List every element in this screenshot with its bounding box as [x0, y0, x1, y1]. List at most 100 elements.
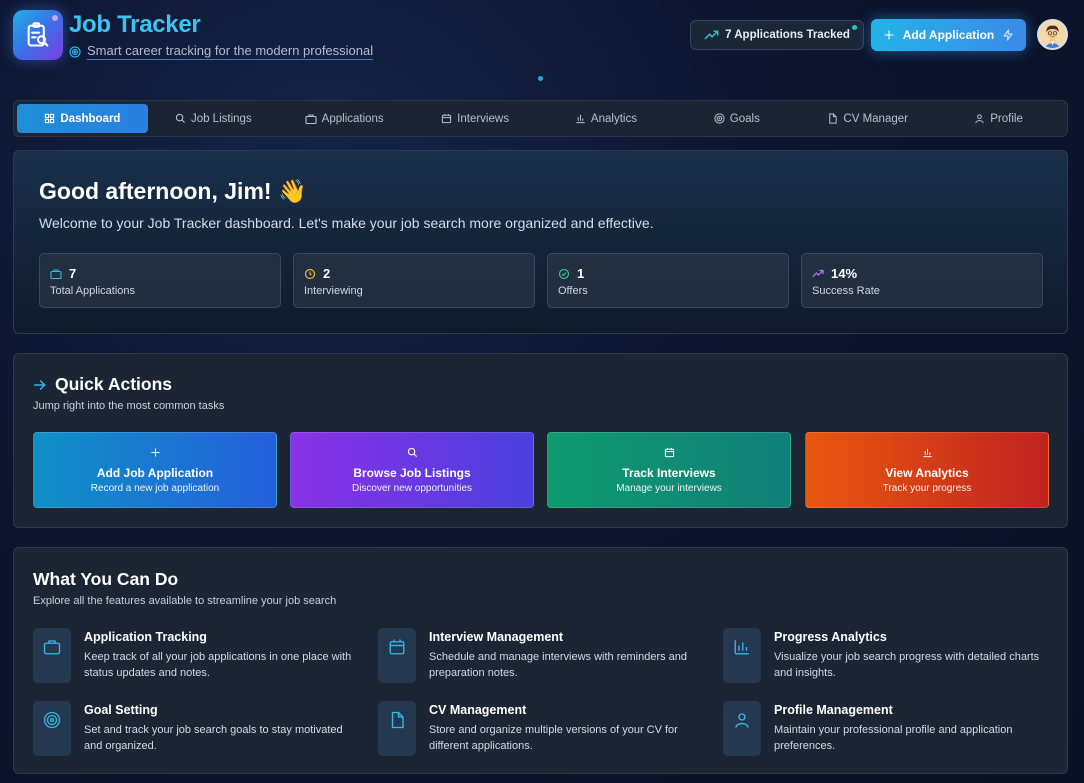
status-dot	[852, 25, 857, 30]
feature-title: Application Tracking	[84, 630, 207, 644]
tab-goals[interactable]: Goals	[671, 104, 802, 133]
main-nav: Dashboard Job Listings Applications Inte…	[13, 100, 1068, 137]
add-job-application-tile[interactable]: Add Job Application Record a new job app…	[33, 432, 277, 508]
app-subtitle: Smart career tracking for the modern pro…	[69, 43, 374, 60]
trending-up-icon	[812, 269, 824, 277]
user-icon	[975, 114, 984, 124]
add-application-label: Add Application	[902, 28, 995, 42]
calendar-icon	[664, 447, 674, 457]
feature-title: Profile Management	[774, 703, 893, 717]
stat-value: 14%	[831, 266, 858, 281]
search-icon	[175, 113, 185, 124]
feature-icon-box	[33, 701, 71, 756]
header-indicator-dot	[538, 76, 543, 81]
tab-cv-manager[interactable]: CV Manager	[802, 104, 933, 133]
tile-title: Add Job Application	[96, 465, 214, 480]
quick-actions-title: Quick Actions	[33, 374, 172, 395]
tab-job-listings[interactable]: Job Listings	[148, 104, 279, 133]
stat-value: 1	[577, 266, 585, 281]
view-analytics-tile[interactable]: View Analytics Track your progress	[805, 432, 1049, 508]
tile-subtitle: Discover new opportunities	[351, 482, 473, 494]
tile-subtitle: Track your progress	[882, 482, 972, 494]
stat-label: Total Applications	[50, 285, 135, 297]
tab-analytics[interactable]: Analytics	[541, 104, 672, 133]
clock-icon	[304, 268, 316, 279]
stat-value: 2	[323, 266, 331, 281]
calendar-icon	[389, 639, 405, 655]
tile-title: View Analytics	[885, 465, 969, 480]
calendar-icon	[442, 113, 452, 124]
feature-title: Progress Analytics	[774, 630, 887, 644]
stat-interviewing: 2 Interviewing	[293, 253, 535, 308]
tile-subtitle: Manage your interviews	[616, 482, 722, 494]
feature-description: Maintain your professional profile and a…	[774, 724, 1013, 752]
feature-description: Visualize your job search progress with …	[774, 651, 1040, 679]
arrow-right-icon	[34, 379, 46, 390]
feature-goal-setting: Goal Setting Set and track your job sear…	[33, 701, 363, 761]
feature-description: Keep track of all your job applications …	[84, 651, 352, 679]
feature-title: Interview Management	[429, 630, 564, 644]
feature-icon-box	[723, 628, 761, 683]
tile-subtitle: Record a new job application	[90, 482, 220, 494]
avatar-icon	[1039, 21, 1066, 48]
feature-application-tracking: Application Tracking Keep track of all y…	[33, 628, 363, 688]
track-interviews-tile[interactable]: Track Interviews Manage your interviews	[547, 432, 791, 508]
target-icon	[714, 113, 725, 124]
user-avatar[interactable]	[1037, 19, 1068, 50]
plus-icon	[150, 447, 160, 457]
search-icon	[407, 447, 417, 457]
tab-label: Interviews	[457, 112, 509, 125]
greeting-heading: Good afternoon, Jim! 👋	[39, 178, 307, 204]
plus-icon	[884, 30, 894, 40]
bar-chart-icon	[922, 448, 932, 457]
tab-dashboard[interactable]: Dashboard	[17, 104, 148, 133]
tab-label: Dashboard	[60, 112, 121, 125]
stat-value: 7	[69, 266, 77, 281]
feature-profile-management: Profile Management Maintain your profess…	[723, 701, 1053, 761]
quick-actions-subtitle: Jump right into the most common tasks	[33, 400, 225, 412]
tab-label: Goals	[729, 112, 760, 125]
briefcase-icon	[50, 268, 62, 279]
tracked-label: 7 Applications Tracked	[725, 29, 850, 41]
feature-title: Goal Setting	[84, 703, 158, 717]
tab-label: Profile	[990, 112, 1023, 125]
tab-label: Applications	[321, 112, 384, 125]
quick-actions-card: Quick Actions Jump right into the most c…	[13, 353, 1068, 528]
welcome-card: Good afternoon, Jim! 👋 Welcome to your J…	[13, 150, 1068, 334]
stat-offers: 1 Offers	[547, 253, 789, 308]
bar-chart-icon	[734, 640, 749, 655]
tab-applications[interactable]: Applications	[279, 104, 410, 133]
briefcase-icon	[43, 640, 61, 655]
feature-title: CV Management	[429, 703, 527, 717]
tab-label: CV Manager	[843, 112, 908, 125]
tile-title: Browse Job Listings	[353, 465, 471, 480]
app-logo[interactable]	[13, 10, 63, 60]
applications-tracked-badge: 7 Applications Tracked	[690, 20, 864, 50]
document-icon	[829, 113, 838, 124]
check-circle-icon	[558, 268, 570, 279]
app-title: Job Tracker	[69, 11, 201, 38]
clipboard-search-icon	[27, 22, 49, 47]
tab-label: Analytics	[590, 112, 637, 125]
document-icon	[391, 711, 404, 729]
tile-title: Track Interviews	[622, 465, 716, 480]
target-icon	[69, 45, 81, 58]
welcome-text: Welcome to your Job Tracker dashboard. L…	[39, 215, 654, 231]
grid-icon	[45, 113, 55, 124]
browse-job-listings-tile[interactable]: Browse Job Listings Discover new opportu…	[290, 432, 534, 508]
features-title: What You Can Do	[33, 569, 179, 589]
add-application-button[interactable]: Add Application	[871, 19, 1026, 51]
feature-description: Set and track your job search goals to s…	[84, 724, 343, 752]
app-header: Job Tracker Smart career tracking for th…	[0, 0, 1084, 95]
trending-up-icon	[704, 29, 719, 39]
feature-interview-management: Interview Management Schedule and manage…	[378, 628, 708, 688]
subtitle-text: Smart career tracking for the modern pro…	[87, 43, 374, 60]
feature-description: Store and organize multiple versions of …	[429, 724, 678, 752]
user-icon	[735, 713, 749, 728]
tab-profile[interactable]: Profile	[933, 104, 1064, 133]
lightning-icon	[1003, 29, 1013, 41]
stat-label: Offers	[558, 285, 588, 297]
tab-interviews[interactable]: Interviews	[410, 104, 541, 133]
feature-icon-box	[378, 701, 416, 756]
feature-icon-box	[33, 628, 71, 683]
